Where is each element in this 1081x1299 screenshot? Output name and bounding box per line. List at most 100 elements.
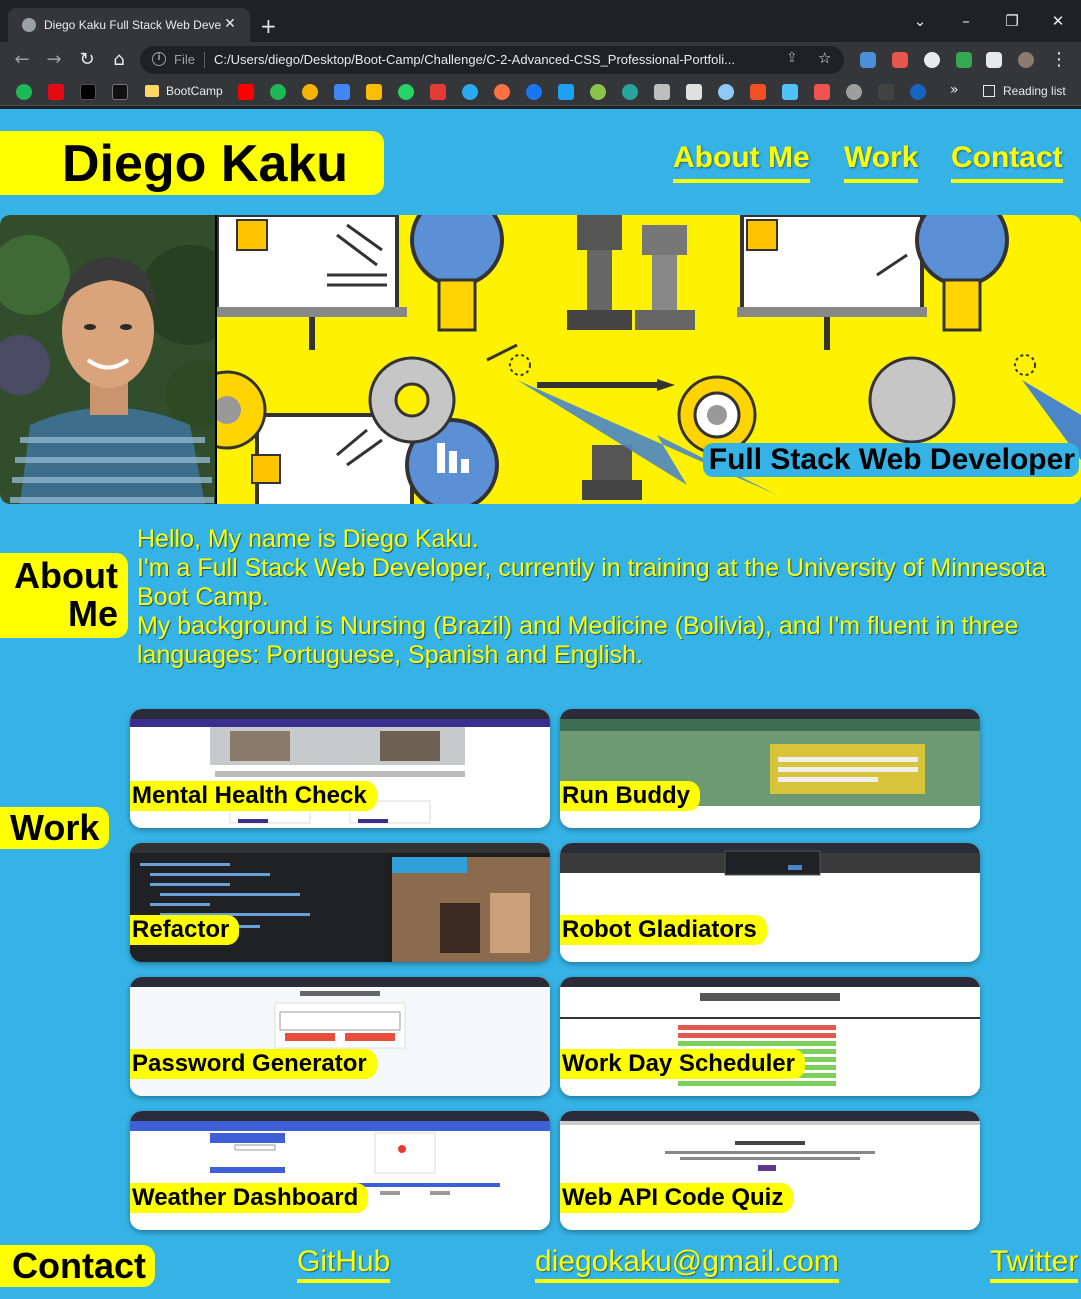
tab-title: Diego Kaku Full Stack Web Devel: [44, 18, 222, 32]
puzzle-icon[interactable]: [986, 52, 1002, 68]
about-line: I'm a Full Stack Web Developer, currentl…: [137, 554, 1046, 611]
reading-list-label: Reading list: [1003, 84, 1066, 98]
banner-illustration: Full Stack Web Developer: [187, 215, 1081, 504]
hero-tagline: Full Stack Web Developer: [702, 443, 1079, 477]
twitter-icon[interactable]: [558, 84, 574, 100]
telegram-icon[interactable]: [462, 84, 478, 100]
project-title: Password Generator: [130, 1049, 377, 1079]
bookmark-icon[interactable]: [910, 84, 926, 100]
bookmark-icon[interactable]: [302, 84, 318, 100]
project-title: Run Buddy: [560, 781, 700, 811]
twitter-link[interactable]: Twitter: [990, 1245, 1079, 1283]
bookmark-icon[interactable]: [782, 84, 798, 100]
close-window-icon[interactable]: ✕: [1043, 12, 1073, 30]
tab-search-icon[interactable]: ⌄: [905, 12, 935, 30]
project-card-run-buddy[interactable]: Run Buddy: [560, 709, 980, 828]
title-bar: Diego Kaku Full Stack Web Devel ✕ + ⌄ – …: [0, 6, 1081, 42]
work-heading: Work: [0, 807, 109, 849]
project-title: Web API Code Quiz: [560, 1183, 794, 1213]
avatar[interactable]: [1018, 52, 1034, 68]
address-divider: [204, 52, 205, 68]
info-icon[interactable]: i: [152, 52, 166, 66]
microsoft-icon[interactable]: [750, 84, 766, 100]
forward-icon[interactable]: →: [41, 48, 67, 72]
back-icon[interactable]: ←: [9, 48, 35, 72]
project-card-web-api-code-quiz[interactable]: Web API Code Quiz: [560, 1111, 980, 1230]
project-title: Mental Health Check: [130, 781, 377, 811]
extension-icon[interactable]: [892, 52, 908, 68]
profile-photo: [0, 215, 217, 504]
extension-icon[interactable]: [860, 52, 876, 68]
nav-work[interactable]: Work: [844, 141, 919, 183]
project-card-weather-dashboard[interactable]: Weather Dashboard: [130, 1111, 550, 1230]
close-tab-icon[interactable]: ✕: [222, 16, 238, 32]
bookmark-icon[interactable]: [654, 84, 670, 100]
bookmark-icon[interactable]: [80, 84, 96, 100]
bookmark-icon[interactable]: [590, 84, 606, 100]
address-scheme: File: [174, 52, 195, 67]
about-heading: About Me: [0, 553, 128, 638]
portfolio-page: Diego Kaku About Me Work Contact Full St…: [0, 109, 1081, 1299]
site-name-badge: Diego Kaku: [0, 131, 384, 195]
nav-contact[interactable]: Contact: [951, 141, 1063, 183]
about-heading-line1: About: [14, 555, 118, 596]
project-card-mental-health-check[interactable]: Mental Health Check: [130, 709, 550, 828]
project-card-refactor[interactable]: Refactor: [130, 843, 550, 962]
bookmark-icon[interactable]: [622, 84, 638, 100]
reading-list-button[interactable]: Reading list: [983, 84, 1066, 98]
browser-toolbar: ← → ↻ ⌂ i File C:/Users/diego/Desktop/Bo…: [0, 42, 1081, 78]
whatsapp-icon[interactable]: [398, 84, 414, 100]
bookmark-icon[interactable]: [814, 84, 830, 100]
project-card-password-generator[interactable]: Password Generator: [130, 977, 550, 1096]
bookmark-icon[interactable]: [16, 84, 32, 100]
bookmark-icon[interactable]: [430, 84, 446, 100]
project-title: Refactor: [130, 915, 240, 945]
bookmark-icon[interactable]: [48, 84, 64, 100]
more-bookmarks-icon[interactable]: »: [950, 82, 959, 98]
nav-about-me[interactable]: About Me: [673, 141, 810, 183]
email-link[interactable]: diegokaku@gmail.com: [535, 1245, 839, 1283]
extension-icon[interactable]: [924, 52, 940, 68]
bookmark-icon[interactable]: [366, 84, 382, 100]
project-card-work-day-scheduler[interactable]: Work Day Scheduler: [560, 977, 980, 1096]
site-name: Diego Kaku: [62, 135, 349, 193]
new-tab-button[interactable]: +: [260, 14, 277, 38]
browser-chrome: Diego Kaku Full Stack Web Devel ✕ + ⌄ – …: [0, 0, 1081, 109]
bookmark-icon[interactable]: [878, 84, 894, 100]
project-card-robot-gladiators[interactable]: Robot Gladiators: [560, 843, 980, 962]
share-icon[interactable]: ⇪: [786, 50, 798, 66]
about-text: Hello, My name is Diego Kaku. I'm a Full…: [137, 525, 1067, 670]
bookmark-icon[interactable]: [718, 84, 734, 100]
about-line: My background is Nursing (Brazil) and Me…: [137, 612, 1019, 669]
spotify-icon[interactable]: [270, 84, 286, 100]
bookmark-folder-label[interactable]: BootCamp: [166, 84, 223, 98]
browser-tab[interactable]: Diego Kaku Full Stack Web Devel ✕: [8, 8, 250, 42]
home-icon[interactable]: ⌂: [106, 48, 132, 72]
menu-icon[interactable]: ⋮: [1046, 48, 1072, 72]
about-line: Hello, My name is Diego Kaku.: [137, 525, 479, 553]
restore-icon[interactable]: ❐: [997, 12, 1027, 30]
youtube-icon[interactable]: [238, 84, 254, 100]
facebook-icon[interactable]: [526, 84, 542, 100]
bookmark-icon[interactable]: [846, 84, 862, 100]
minimize-icon[interactable]: –: [951, 12, 981, 30]
reading-list-icon: [983, 85, 995, 97]
about-heading-line2: Me: [67, 593, 118, 634]
github-link[interactable]: GitHub: [297, 1245, 391, 1283]
reload-icon[interactable]: ↻: [74, 48, 100, 72]
bookmark-star-icon[interactable]: ☆: [818, 49, 831, 67]
bookmarks-bar: BootCamp » Reading list: [0, 78, 1081, 106]
shield-icon[interactable]: [956, 52, 972, 68]
address-bar[interactable]: i File C:/Users/diego/Desktop/Boot-Camp/…: [140, 46, 844, 74]
bookmark-icon[interactable]: [494, 84, 510, 100]
hero-banner: Full Stack Web Developer: [0, 215, 1081, 504]
project-title: Robot Gladiators: [560, 915, 767, 945]
bookmark-icon[interactable]: [334, 84, 350, 100]
bookmark-icon[interactable]: [686, 84, 702, 100]
project-title: Weather Dashboard: [130, 1183, 369, 1213]
contact-heading: Contact: [0, 1245, 155, 1287]
globe-icon: [22, 18, 36, 32]
address-url[interactable]: C:/Users/diego/Desktop/Boot-Camp/Challen…: [214, 52, 784, 67]
bookmark-icon[interactable]: [112, 84, 128, 100]
project-title: Work Day Scheduler: [560, 1049, 805, 1079]
